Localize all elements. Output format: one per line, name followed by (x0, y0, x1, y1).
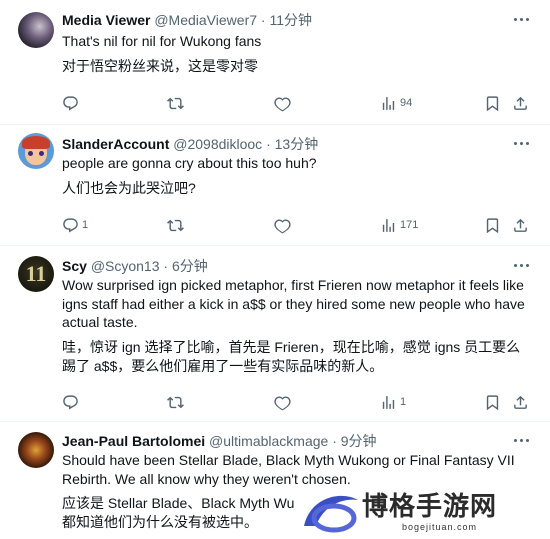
like-icon (274, 217, 291, 234)
separator: · (332, 433, 337, 449)
timestamp[interactable]: 9分钟 (341, 433, 377, 449)
action-bar: 1 171 (62, 216, 532, 234)
tweet-1[interactable]: Media Viewer @MediaViewer7 · 11分钟 That's… (0, 0, 550, 124)
views-count: 1 (400, 396, 407, 408)
author-handle[interactable]: @Scyon13 (91, 258, 160, 274)
tweet-header: SlanderAccount @2098diklooc · 13分钟 (62, 135, 318, 153)
tweet-translation: 对于悟空粉丝来说，这是零对零 (62, 58, 258, 74)
more-icon[interactable] (514, 141, 530, 147)
avatar[interactable]: 11 (18, 256, 54, 292)
tweet-header: Jean-Paul Bartolomei @ultimablackmage · … (62, 432, 377, 450)
tweet-translation: 人们也会为此哭泣吧? (62, 180, 196, 196)
avatar[interactable] (18, 432, 54, 468)
separator: · (163, 258, 169, 274)
tweet-text: Wow surprised ign picked metaphor, first… (62, 277, 525, 330)
timestamp[interactable]: 6分钟 (172, 258, 208, 274)
like-button[interactable] (274, 393, 291, 411)
tweet-header: Scy @Scyon13 · 6分钟 (62, 257, 208, 275)
author-name[interactable]: Jean-Paul Bartolomei (62, 433, 205, 449)
tweet-text: Should have been Stellar Blade, Black My… (62, 452, 515, 487)
share-icon (512, 95, 529, 112)
views-button[interactable]: 171 (380, 216, 418, 234)
tweet-translation: 哇，惊讶 ign 选择了比喻，首先是 Frieren，现在比喻，感觉 igns … (62, 339, 521, 374)
share-button[interactable] (512, 216, 529, 234)
action-bar: 1 (62, 393, 532, 411)
bookmark-icon (484, 217, 501, 234)
views-button[interactable]: 94 (380, 94, 412, 112)
watermark: 博格手游网 bogejituan.com (300, 484, 540, 539)
tweet-text: people are gonna cry about this too huh? (62, 155, 317, 171)
retweet-icon (167, 394, 184, 411)
views-button[interactable]: 1 (380, 393, 406, 411)
views-count: 171 (400, 219, 419, 231)
like-button[interactable] (274, 216, 291, 234)
views-icon (380, 394, 397, 411)
bookmark-button[interactable] (484, 216, 501, 234)
bookmark-icon (484, 95, 501, 112)
watermark-title: 博格手游网 (362, 492, 498, 522)
views-icon (380, 95, 397, 112)
bookmark-button[interactable] (484, 393, 501, 411)
reply-icon (62, 217, 79, 234)
author-handle[interactable]: @ultimablackmage (209, 433, 328, 449)
retweet-button[interactable] (167, 94, 184, 112)
reply-button[interactable] (62, 94, 82, 112)
watermark-url: bogejituan.com (402, 522, 478, 532)
bookmark-icon (484, 394, 501, 411)
author-name[interactable]: Media Viewer (62, 12, 150, 28)
share-button[interactable] (512, 393, 529, 411)
tweet-3[interactable]: 11 Scy @Scyon13 · 6分钟 Wow surprised ign … (0, 246, 550, 421)
share-icon (512, 217, 529, 234)
author-handle[interactable]: @2098diklooc (173, 136, 262, 152)
reply-count: 1 (82, 219, 89, 231)
tweet-text: That's nil for nil for Wukong fans (62, 33, 262, 49)
reply-icon (62, 394, 79, 411)
like-icon (274, 95, 291, 112)
avatar[interactable] (18, 12, 54, 48)
author-handle[interactable]: @MediaViewer7 (154, 12, 257, 28)
separator: · (266, 136, 271, 152)
views-icon (380, 217, 397, 234)
timestamp[interactable]: 11分钟 (269, 12, 312, 28)
reply-icon (62, 95, 79, 112)
separator: · (260, 12, 266, 28)
retweet-icon (167, 95, 184, 112)
more-icon[interactable] (514, 17, 530, 23)
more-icon[interactable] (514, 438, 530, 444)
share-button[interactable] (512, 94, 529, 112)
action-bar: 94 (62, 94, 532, 112)
retweet-button[interactable] (167, 393, 184, 411)
reply-button[interactable] (62, 393, 82, 411)
author-name[interactable]: Scy (62, 258, 87, 274)
like-button[interactable] (274, 94, 291, 112)
like-icon (274, 394, 291, 411)
tweet-2[interactable]: SlanderAccount @2098diklooc · 13分钟 peopl… (0, 125, 550, 245)
views-count: 94 (400, 97, 413, 109)
timestamp[interactable]: 13分钟 (275, 136, 319, 152)
bookmark-button[interactable] (484, 94, 501, 112)
reply-button[interactable]: 1 (62, 216, 88, 234)
watermark-logo-icon (304, 495, 358, 533)
retweet-icon (167, 217, 184, 234)
share-icon (512, 394, 529, 411)
avatar[interactable] (18, 133, 54, 169)
author-name[interactable]: SlanderAccount (62, 136, 169, 152)
more-icon[interactable] (514, 263, 530, 269)
retweet-button[interactable] (167, 216, 184, 234)
tweet-header: Media Viewer @MediaViewer7 · 11分钟 (62, 11, 312, 29)
